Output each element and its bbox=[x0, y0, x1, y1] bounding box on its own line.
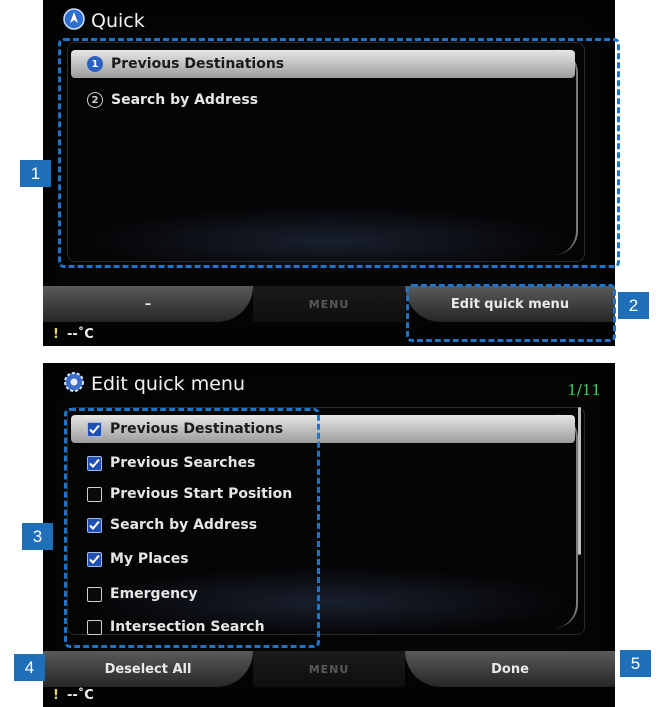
menu-button[interactable]: MENU bbox=[253, 286, 405, 322]
title-bar: Quick bbox=[63, 8, 145, 34]
page-title: Quick bbox=[91, 10, 145, 32]
page-counter: 1/11 bbox=[567, 381, 601, 399]
title-bar: Edit quick menu bbox=[63, 371, 245, 397]
alert-icon: ! bbox=[53, 327, 59, 342]
done-button[interactable]: Done bbox=[405, 651, 615, 687]
callout-2: 2 bbox=[618, 292, 649, 319]
highlight-edit-button bbox=[406, 284, 616, 342]
callout-5: 5 bbox=[620, 650, 651, 677]
status-bar: ! --˚C bbox=[53, 688, 94, 703]
gear-icon bbox=[63, 371, 85, 397]
status-bar: ! --˚C bbox=[53, 327, 94, 342]
alert-icon: ! bbox=[53, 688, 59, 703]
scrollbar[interactable] bbox=[578, 407, 581, 555]
menu-button[interactable]: MENU bbox=[253, 651, 405, 687]
temperature-readout: --˚C bbox=[66, 327, 94, 342]
callout-3: 3 bbox=[22, 523, 53, 550]
temperature-readout: --˚C bbox=[66, 688, 94, 703]
highlight-checkbox-list bbox=[64, 408, 320, 648]
callout-4: 4 bbox=[14, 654, 45, 681]
page-title: Edit quick menu bbox=[91, 373, 245, 395]
deselect-all-button[interactable]: Deselect All bbox=[43, 651, 253, 687]
callout-1: 1 bbox=[20, 160, 51, 187]
left-soft-button[interactable]: – bbox=[43, 286, 253, 322]
navigation-icon bbox=[63, 8, 85, 34]
highlight-list-area bbox=[58, 38, 620, 268]
bottom-bar: Deselect All MENU Done bbox=[43, 651, 615, 687]
